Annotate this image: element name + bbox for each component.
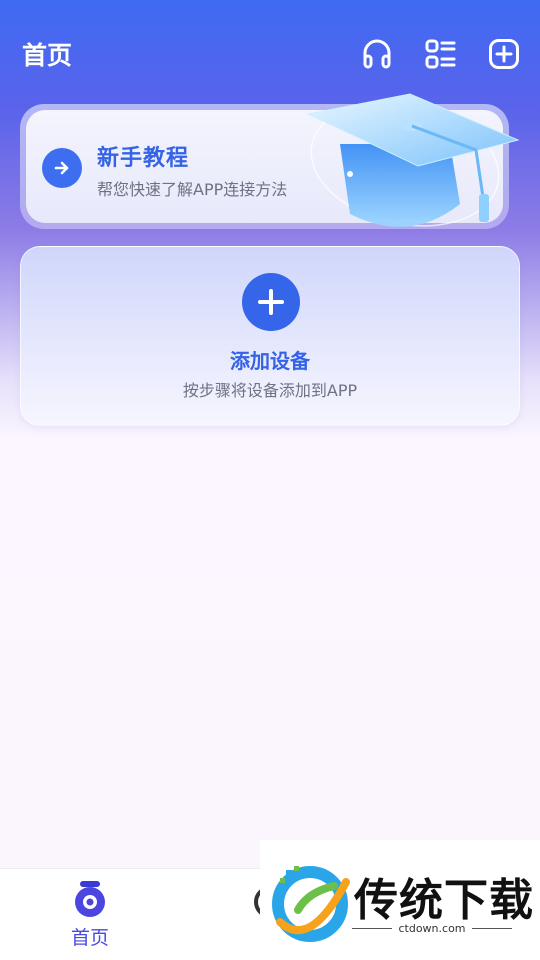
watermark-url: ctdown.com: [398, 922, 466, 935]
add-device-subtitle: 按步骤将设备添加到APP: [182, 381, 358, 400]
watermark-brand: 传统下载: [354, 875, 534, 926]
headset-button[interactable]: [359, 36, 395, 72]
tutorial-title: 新手教程: [97, 146, 190, 171]
plus-icon: [242, 273, 300, 331]
tab-home-label: 首页: [70, 927, 109, 949]
add-square-icon: [489, 39, 519, 69]
arrow-right-icon: [42, 148, 82, 188]
brand-logo-icon: [272, 866, 350, 942]
watermark: 传统下载 ctdown.com: [260, 840, 540, 960]
graduation-cap-illustration: [306, 93, 520, 227]
add-device-title: 添加设备: [230, 349, 310, 373]
add-device-card[interactable]: 添加设备 按步骤将设备添加到APP: [20, 246, 520, 426]
tutorial-subtitle: 帮您快速了解APP连接方法: [97, 180, 288, 199]
camera-icon: [75, 881, 105, 917]
list-icon: [425, 39, 456, 69]
tab-home[interactable]: 首页: [0, 869, 180, 960]
page-title: 首页: [22, 41, 73, 70]
watermark-url-row: ctdown.com: [352, 922, 512, 935]
headset-icon: [363, 39, 391, 69]
add-button[interactable]: [486, 36, 522, 72]
list-button[interactable]: [422, 36, 458, 72]
